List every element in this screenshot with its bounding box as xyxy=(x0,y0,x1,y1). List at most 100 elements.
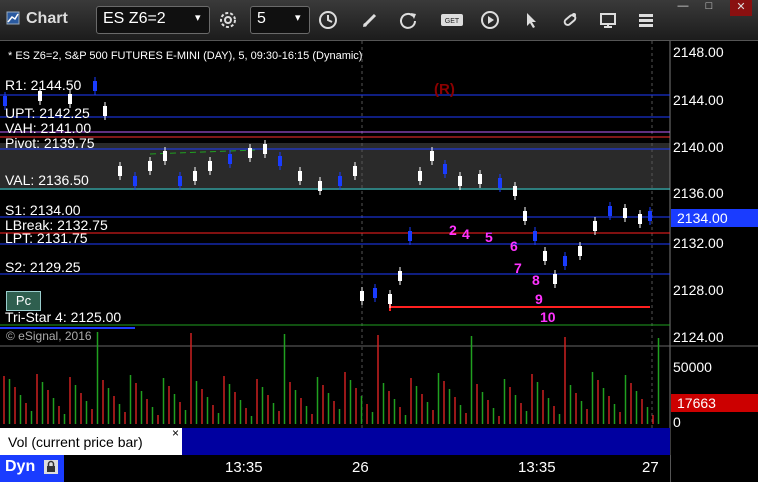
volume-study-close-button[interactable]: × xyxy=(172,426,179,440)
chart-panel[interactable]: * ES Z6=2, S&P 500 FUTURES E-MINI (DAY),… xyxy=(0,41,758,482)
candle-body xyxy=(373,288,377,298)
volume-study-label: Vol (current price bar) xyxy=(8,434,143,450)
cursor-tool-icon[interactable] xyxy=(522,10,542,30)
close-button[interactable]: ✕ xyxy=(730,0,752,16)
candle-body xyxy=(298,171,302,181)
link-tool-icon[interactable] xyxy=(560,10,580,30)
candle-body xyxy=(430,151,434,161)
candle-body xyxy=(648,211,652,221)
level-label-upt: UPT: 2142.25 xyxy=(5,105,90,121)
candle-body xyxy=(338,176,342,186)
r-marker: (R) xyxy=(434,81,455,98)
time-axis-corner xyxy=(670,455,758,482)
candle-body xyxy=(563,256,567,266)
candle-body xyxy=(388,294,392,304)
count-label-9: 9 xyxy=(535,291,543,307)
candle-body xyxy=(553,274,557,284)
candle-body xyxy=(593,221,597,231)
dynamic-label: Dyn xyxy=(5,458,36,475)
dynamic-toggle[interactable]: Dyn xyxy=(0,455,64,482)
symbol-dropdown-icon[interactable]: ▾ xyxy=(195,11,201,24)
window-title: Chart xyxy=(26,10,68,27)
interval-clock-icon[interactable] xyxy=(318,10,338,30)
interval-value: 5 xyxy=(257,10,266,27)
candle-body xyxy=(478,174,482,184)
candle-body xyxy=(193,171,197,181)
volume-study-label-box[interactable]: Vol (current price bar) × xyxy=(0,426,182,455)
candle-body xyxy=(543,251,547,261)
copyright-text: © eSignal, 2016 xyxy=(6,329,92,343)
level-label-s1: S1: 2134.00 xyxy=(5,202,81,218)
pc-badge[interactable]: Pc xyxy=(6,291,41,311)
candle-body xyxy=(398,271,402,281)
price-tick-2144: 2144.00 xyxy=(673,92,724,108)
count-label-7: 7 xyxy=(514,260,522,276)
candle-body xyxy=(360,291,364,301)
current-volume-badge: 17663 xyxy=(671,394,758,412)
level-label-s2: S2: 2129.25 xyxy=(5,259,81,275)
value-area-band xyxy=(0,143,670,190)
symbol-value: ES Z6=2 xyxy=(103,10,166,27)
candle-body xyxy=(418,171,422,181)
interval-dropdown-icon[interactable]: ▾ xyxy=(295,11,301,24)
menu-icon[interactable] xyxy=(636,10,656,30)
refresh-chart-icon[interactable] xyxy=(398,10,418,30)
candle-body xyxy=(133,176,137,186)
interval-input[interactable]: 5 ▾ xyxy=(250,6,310,34)
symbol-settings-gear-icon[interactable] xyxy=(218,10,238,30)
count-label-8: 8 xyxy=(532,272,540,288)
time-label-27: 27 xyxy=(642,459,659,476)
symbol-input[interactable]: ES Z6=2 ▾ xyxy=(96,6,210,34)
chart-canvas[interactable] xyxy=(0,41,758,482)
current-price-badge: 2134.00 xyxy=(671,209,758,227)
time-label-1335-b: 13:35 xyxy=(518,459,556,476)
candle-body xyxy=(498,178,502,188)
level-label-vah: VAH: 2141.00 xyxy=(5,120,92,136)
candle-body xyxy=(118,166,122,176)
candle-body xyxy=(163,151,167,161)
candle-body xyxy=(263,144,267,154)
level-label-val: VAL: 2136.50 xyxy=(5,172,89,188)
candle-body xyxy=(148,161,152,171)
lock-icon[interactable] xyxy=(44,460,58,474)
play-replay-icon[interactable] xyxy=(480,10,500,30)
level-label-lpt: LPT: 2131.75 xyxy=(5,230,88,246)
level-label-r1: R1: 2144.50 xyxy=(5,77,82,93)
draw-pencil-icon[interactable] xyxy=(360,10,380,30)
candle-body xyxy=(318,181,322,191)
candle-body xyxy=(623,208,627,218)
price-tick-2128: 2128.00 xyxy=(673,282,724,298)
candle-body xyxy=(208,161,212,171)
get-label: GET xyxy=(445,18,460,25)
level-label-tristar: Tri-Star 4: 2125.00 xyxy=(5,309,122,325)
get-data-icon[interactable]: GET xyxy=(440,10,464,30)
chart-toolbar: Chart ES Z6=2 ▾ 5 ▾ GET — □ ✕ xyxy=(0,0,758,41)
candle-body xyxy=(178,176,182,186)
price-tick-2136: 2136.00 xyxy=(673,185,724,201)
candle-body xyxy=(103,106,107,116)
candle-body xyxy=(578,246,582,256)
price-tick-2140: 2140.00 xyxy=(673,139,724,155)
candle-body xyxy=(458,176,462,186)
chart-window-icon xyxy=(6,11,20,25)
price-tick-2148: 2148.00 xyxy=(673,44,724,60)
candle-body xyxy=(523,211,527,221)
volume-tick-50000: 50000 xyxy=(673,359,712,375)
candle-body xyxy=(408,231,412,241)
time-label-26: 26 xyxy=(352,459,369,476)
candle-body xyxy=(68,94,72,104)
minimize-button[interactable]: — xyxy=(672,0,694,16)
candle-body xyxy=(443,164,447,174)
time-axis: Dyn 13:35 26 13:35 27 xyxy=(0,455,758,482)
candle-body xyxy=(608,206,612,216)
candle-body xyxy=(278,156,282,166)
level-label-pivot: Pivot: 2139.75 xyxy=(5,135,95,151)
volume-tick-0: 0 xyxy=(673,414,681,430)
chart-header: * ES Z6=2, S&P 500 FUTURES E-MINI (DAY),… xyxy=(8,50,363,62)
candle-body xyxy=(248,148,252,158)
tv-display-icon[interactable] xyxy=(598,10,618,30)
candle-body xyxy=(513,186,517,196)
price-tick-2124: 2124.00 xyxy=(673,329,724,345)
maximize-button[interactable]: □ xyxy=(698,0,720,16)
price-candles xyxy=(3,77,652,308)
